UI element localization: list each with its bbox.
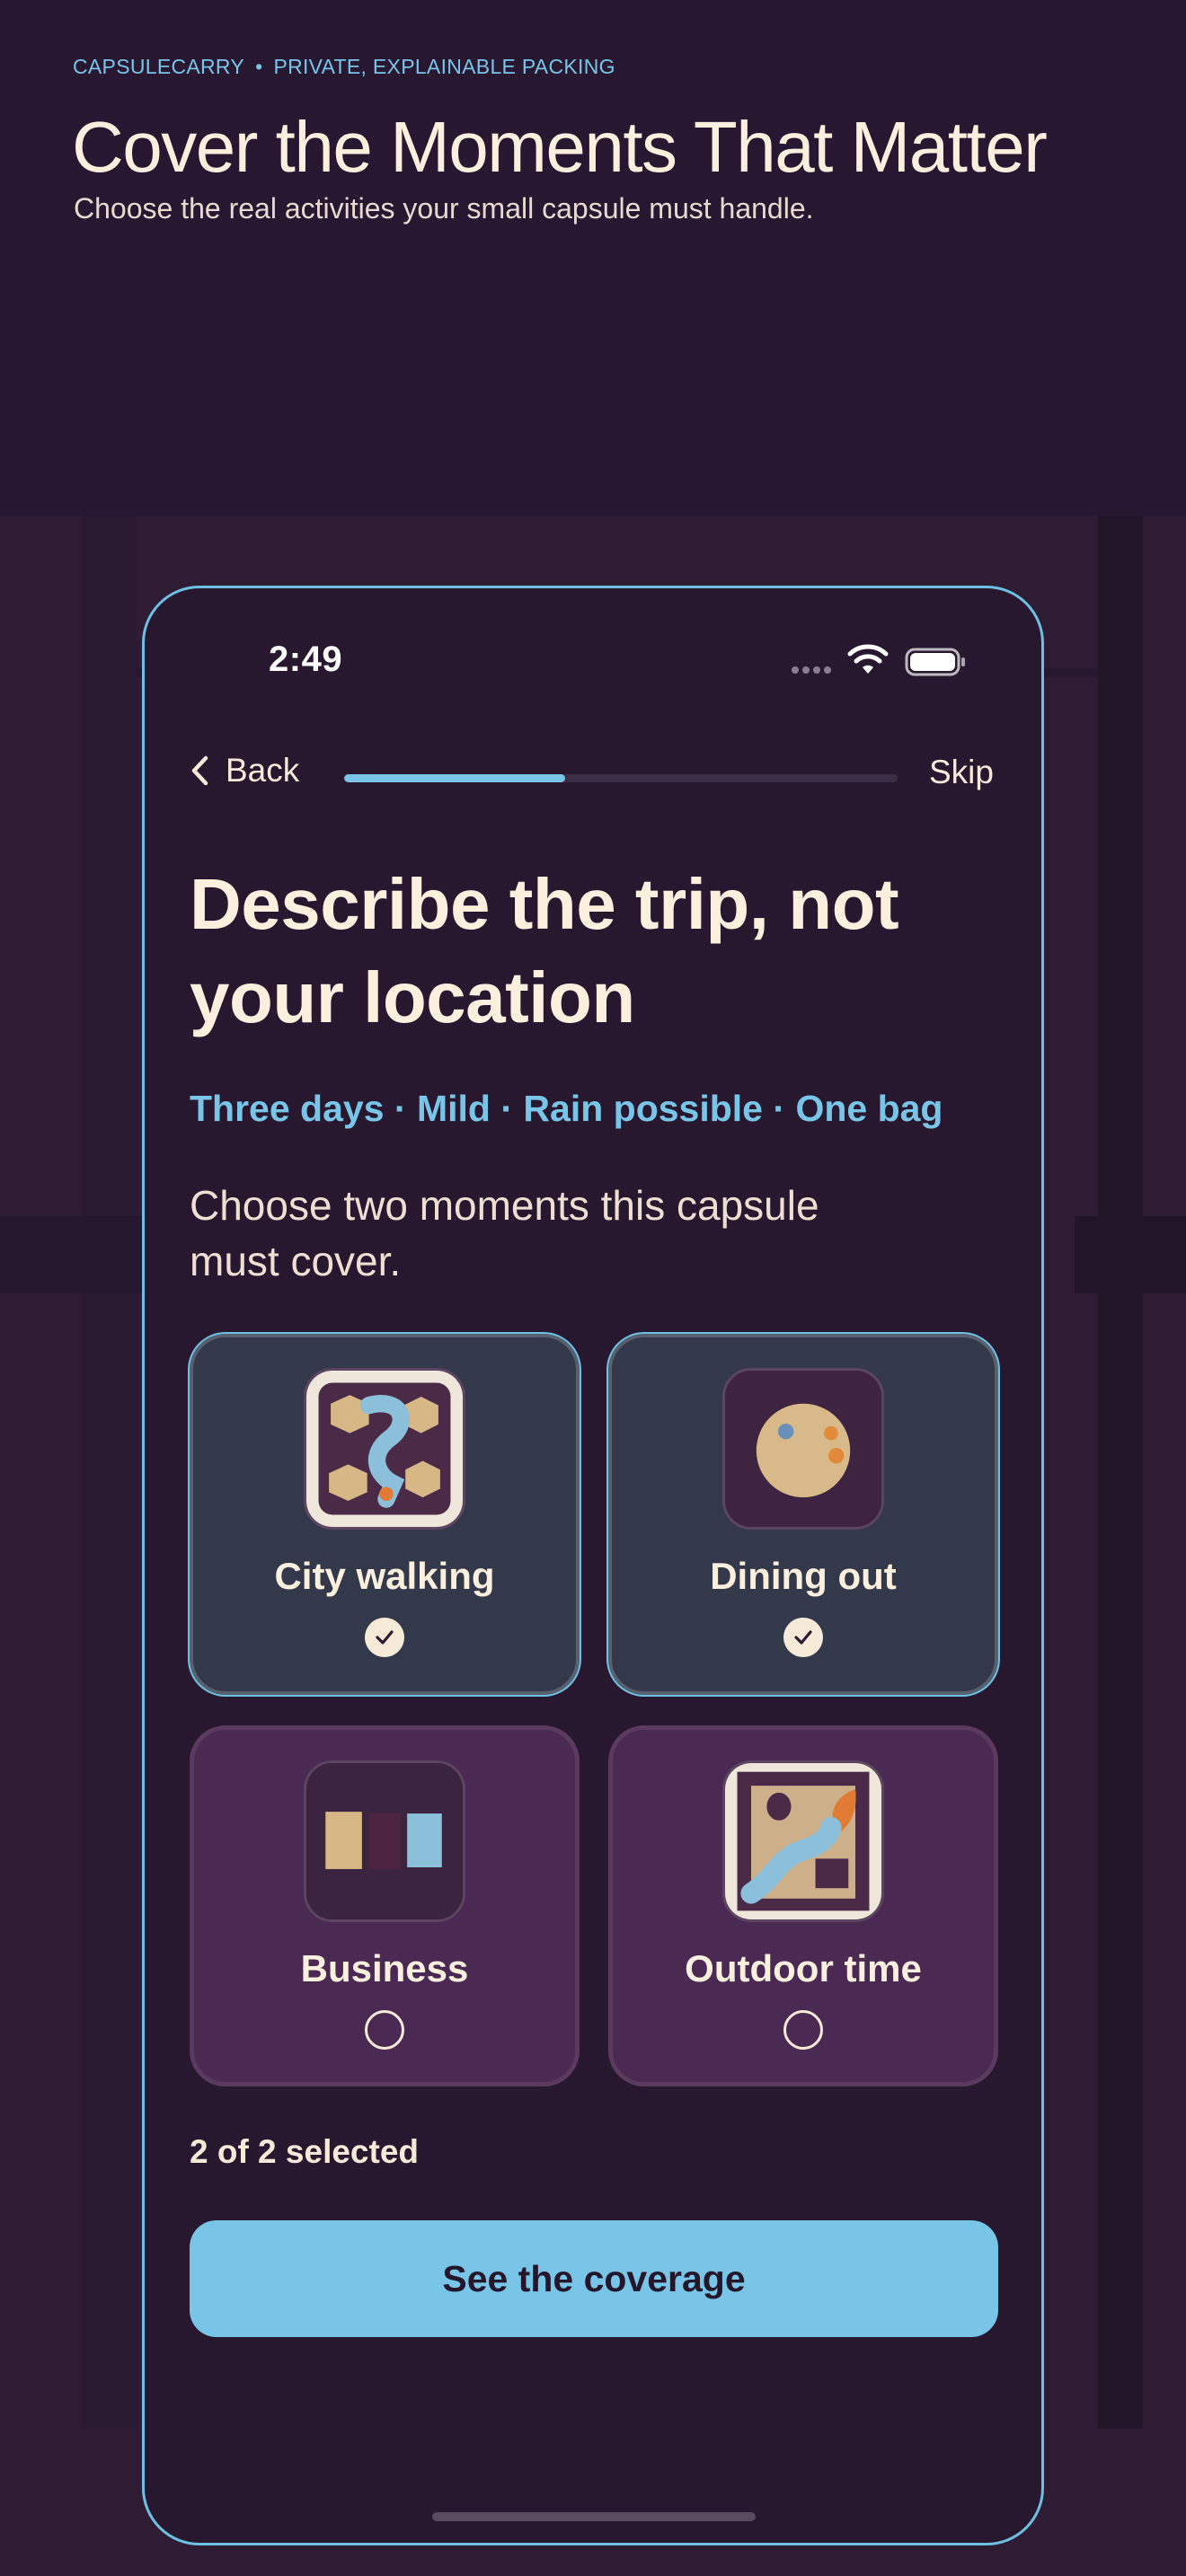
status-time: 2:49	[269, 640, 343, 679]
trip-separator: ·	[500, 1088, 514, 1129]
trip-summary: Three days · Mild · Rain possible · One …	[190, 1088, 943, 1130]
trip-separator: ·	[773, 1088, 786, 1129]
screen-title: Describe the trip, not your location	[190, 864, 899, 1037]
scene-band-left	[0, 1216, 153, 1293]
marketing-subtitle: Choose the real activities your small ca…	[74, 192, 814, 225]
back-button[interactable]: Back	[190, 752, 299, 790]
selection-prompt: Choose two moments this capsule must cov…	[190, 1182, 819, 1284]
scene-post-right	[1098, 516, 1143, 2429]
scene-post-left	[83, 516, 137, 2429]
activity-card-city-walking[interactable]: City walking	[190, 1334, 580, 1695]
marketing-header: CAPSULECARRY • PRIVATE, EXPLAINABLE PACKIN…	[0, 0, 1186, 516]
eyebrow-separator: •	[255, 55, 263, 78]
chevron-left-icon	[191, 755, 208, 786]
checkmark-icon	[783, 1618, 823, 1657]
scene-band-right	[1075, 1216, 1186, 1293]
activity-label: Outdoor time	[685, 1947, 922, 1989]
business-icon	[304, 1760, 465, 1922]
dining-out-icon	[722, 1368, 884, 1530]
skip-button[interactable]: Skip	[929, 754, 994, 791]
radio-unchecked-icon	[365, 2010, 404, 2050]
radio-unchecked-icon	[783, 2010, 823, 2050]
activity-label: Business	[300, 1947, 469, 1989]
activity-card-business[interactable]: Business	[190, 1725, 580, 2086]
progress-fill	[344, 774, 566, 782]
brand-name: CAPSULECARRY	[73, 55, 245, 78]
trip-rain: Rain possible	[523, 1088, 763, 1129]
phone-frame: 2:49 Back Skip Describe the trip, not yo…	[142, 586, 1044, 2545]
wifi-icon	[847, 644, 889, 674]
marketing-title: Cover the Moments That Matter	[72, 107, 1048, 187]
outdoor-time-icon	[722, 1760, 884, 1922]
trip-duration: Three days	[190, 1088, 385, 1129]
home-indicator[interactable]	[432, 2512, 756, 2521]
trip-separator: ·	[394, 1088, 407, 1129]
see-coverage-button[interactable]: See the coverage	[190, 2220, 998, 2337]
trip-weather: Mild	[416, 1088, 491, 1129]
activity-card-dining-out[interactable]: Dining out	[608, 1334, 998, 1695]
brand-tagline: PRIVATE, EXPLAINABLE PACKING	[273, 55, 615, 78]
trip-luggage: One bag	[795, 1088, 943, 1129]
activity-label: City walking	[274, 1555, 495, 1597]
eyebrow: CAPSULECARRY • PRIVATE, EXPLAINABLE PACKIN…	[73, 55, 615, 79]
activity-label: Dining out	[710, 1555, 897, 1597]
checkmark-icon	[365, 1618, 404, 1657]
selection-count: 2 of 2 selected	[190, 2133, 420, 2170]
city-walking-icon	[304, 1368, 465, 1530]
activity-card-outdoor-time[interactable]: Outdoor time	[608, 1725, 998, 2086]
battery-icon	[905, 648, 965, 676]
back-label: Back	[226, 752, 300, 789]
signal-dots-icon	[792, 666, 831, 674]
onboarding-progress-bar	[344, 774, 898, 782]
